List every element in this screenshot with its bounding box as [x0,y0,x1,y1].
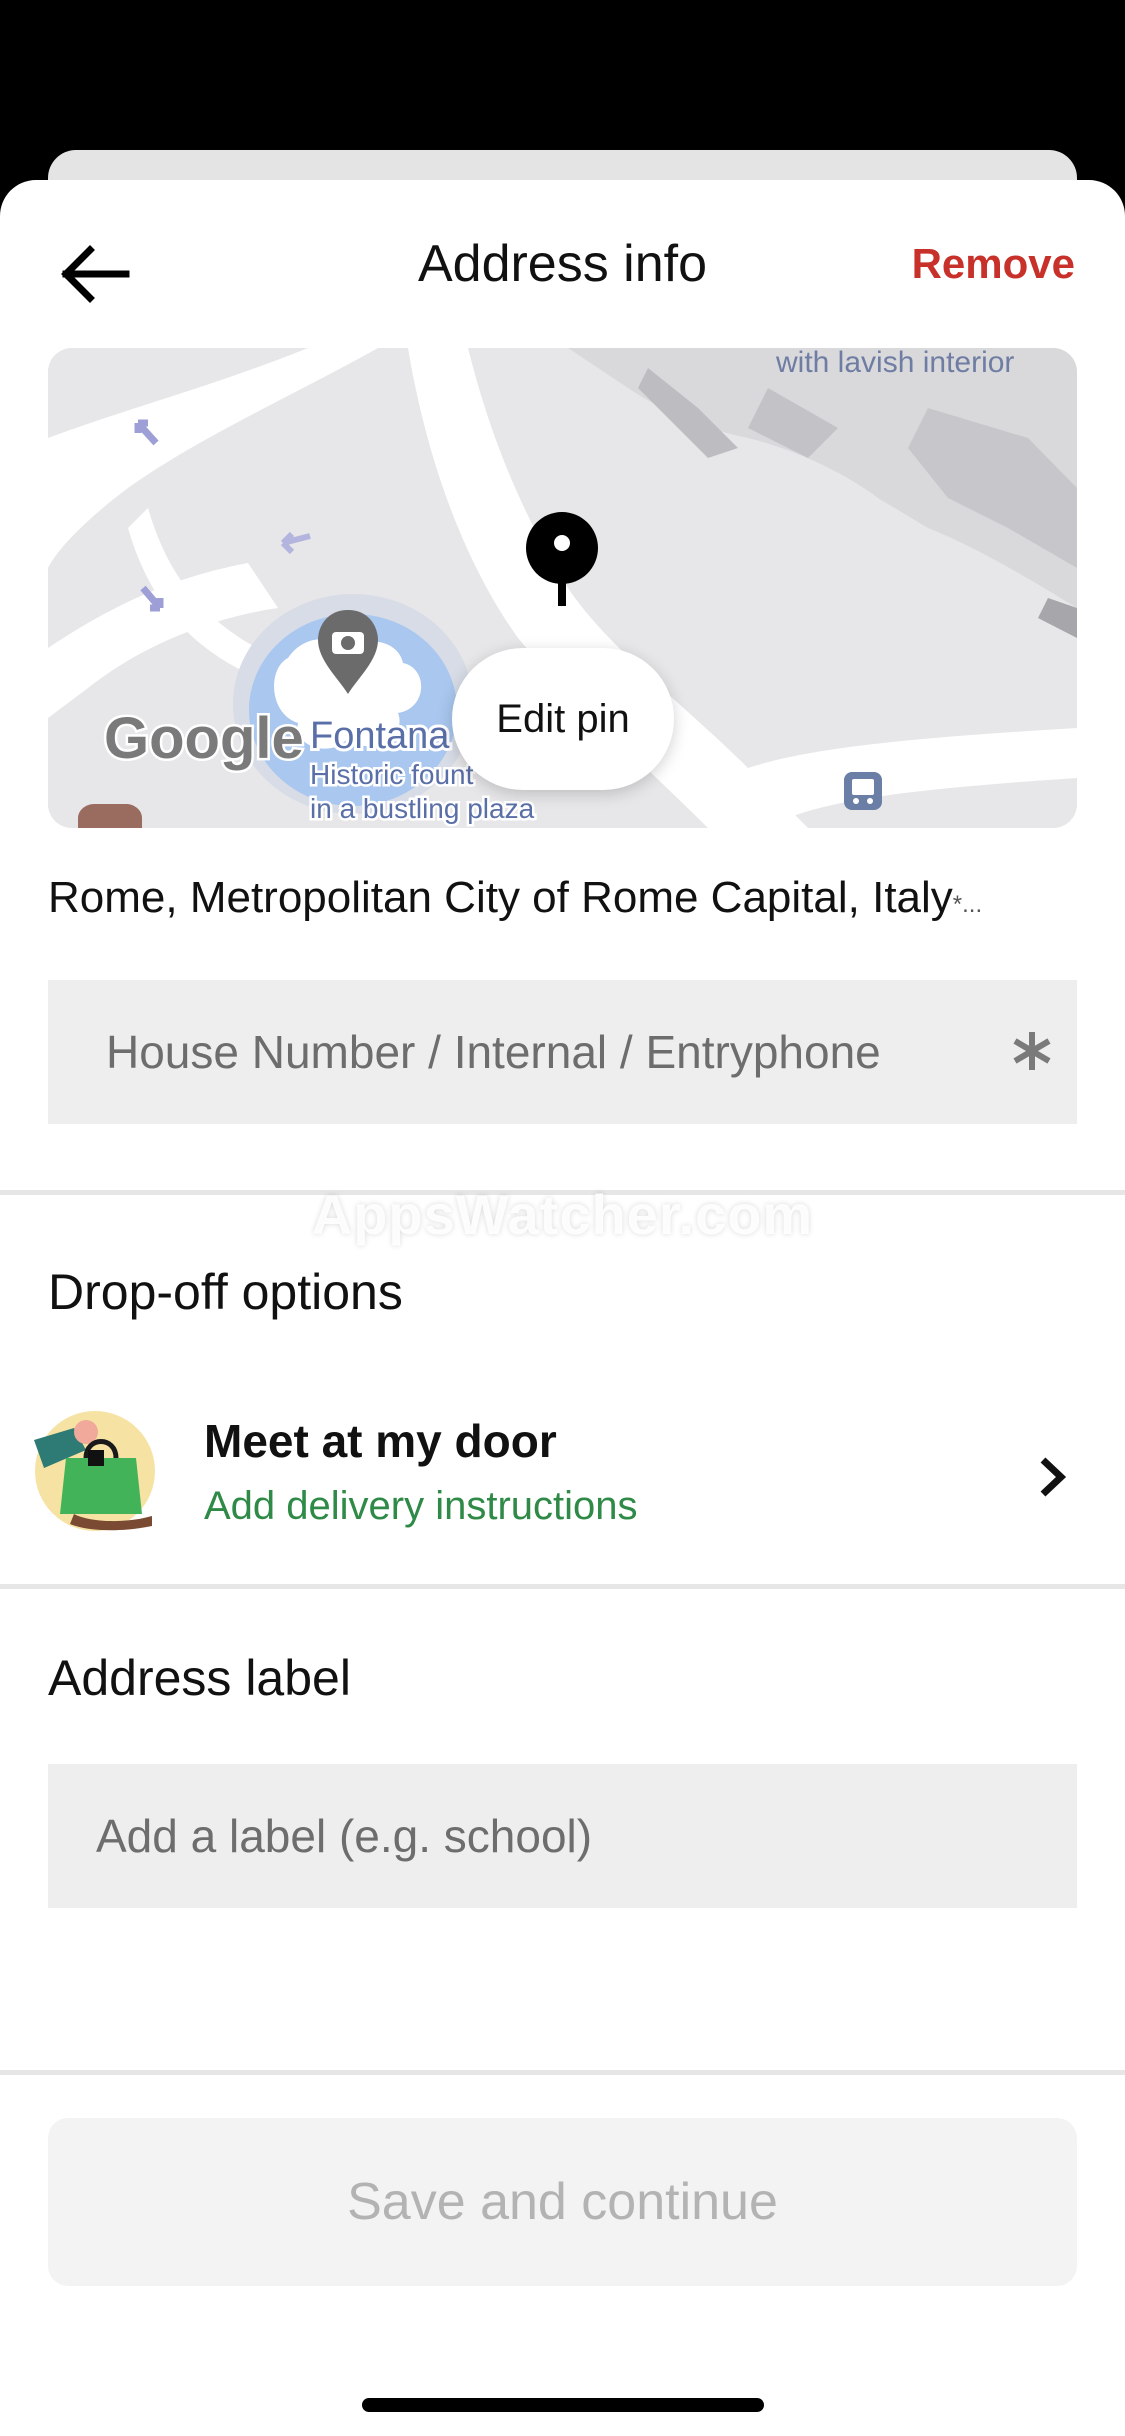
address-label-placeholder: Add a label (e.g. school) [96,1810,593,1862]
dropoff-option-meet-at-door[interactable]: Meet at my door Add delivery instruction… [0,1392,1125,1542]
dropoff-section-title: Drop-off options [48,1264,403,1320]
house-number-placeholder: House Number / Internal / Entryphone [106,1026,881,1078]
svg-text:Google: Google [104,706,304,771]
svg-text:Fontana: Fontana [310,715,450,757]
divider [0,2070,1125,2075]
watermark: AppsWatcher.com [311,1183,814,1246]
svg-text:in a bustling plaza: in a bustling plaza [310,793,535,824]
home-indicator [362,2398,764,2412]
svg-text:with lavish interior: with lavish interior [775,348,1014,379]
save-and-continue-button[interactable]: Save and continue [48,2118,1077,2286]
house-number-input[interactable]: House Number / Internal / Entryphone [48,980,1077,1124]
chevron-right-icon [1040,1457,1067,1497]
remove-button[interactable]: Remove [912,236,1075,292]
svg-text:Historic fount: Historic fount [310,759,474,790]
required-asterisk-icon [1013,1032,1051,1070]
address-text: Rome, Metropolitan City of Rome Capital,… [48,868,1108,935]
delivery-bag-icon [34,1411,155,1531]
divider [0,1584,1125,1589]
map-view[interactable]: with lavish interior Google Fontana Hist… [48,348,1077,828]
dropoff-option-subtitle: Add delivery instructions [204,1484,638,1528]
header: Address info Remove [0,180,1125,350]
address-info-sheet: Address info Remove with lavish interior… [0,180,1125,2436]
edit-pin-button[interactable]: Edit pin [452,648,674,790]
address-more-indicator: *... [952,891,983,918]
dropoff-option-title: Meet at my door [204,1415,557,1467]
address-label-input[interactable]: Add a label (e.g. school) [48,1764,1077,1908]
address-line-text: Rome, Metropolitan City of Rome Capital,… [48,873,953,922]
address-label-section-title: Address label [48,1650,351,1706]
